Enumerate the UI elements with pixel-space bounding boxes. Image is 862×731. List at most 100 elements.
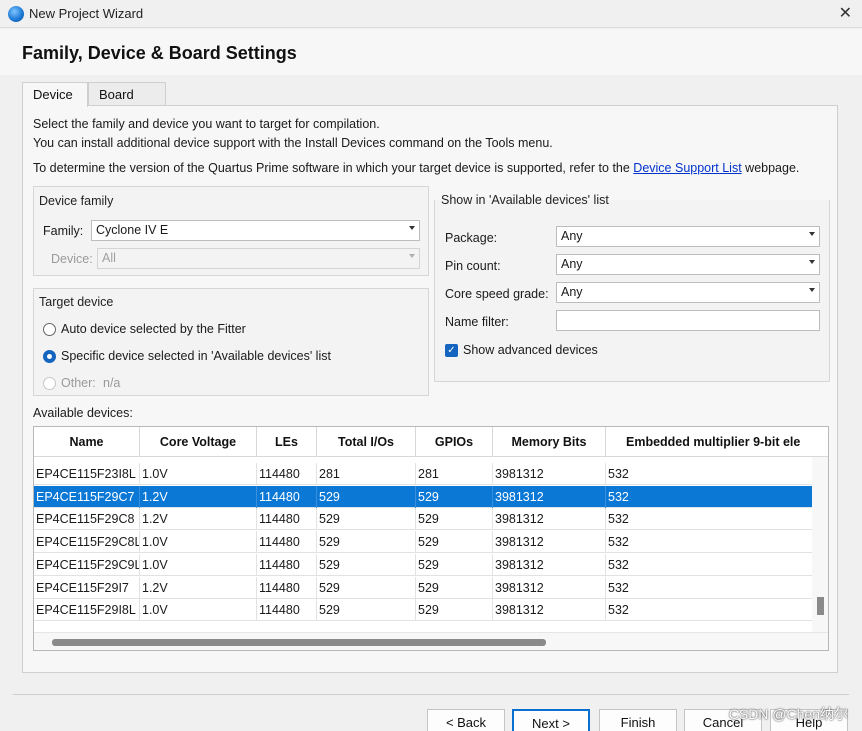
next-button[interactable]: Next > [512,709,590,731]
quartus-app-icon [8,6,24,22]
table-cell: 1.2V [140,485,257,508]
horizontal-scroll-thumb[interactable] [52,639,546,646]
wizard-header: Family, Device & Board Settings [0,29,862,75]
table-cell: 114480 [257,508,317,531]
description-line-3: To determine the version of the Quartus … [33,161,799,175]
table-cell: 281 [317,463,416,485]
footer-divider [13,694,849,695]
device-family-group: Device family Family: Cyclone IV E Devic… [33,186,429,276]
page-title: Family, Device & Board Settings [22,43,297,63]
device-select[interactable]: All [97,248,420,269]
table-row[interactable]: EP4CE115F23I8L 1.0V 114480 281 281 3981312 532 [34,463,812,485]
table-cell: 1.2V [140,508,257,531]
name-filter-label: Name filter: [445,315,509,329]
table-cell: 1.0V [140,599,257,622]
table-row[interactable]: EP4CE115F29I8L 1.0V 114480 529 529 3981312 532 [34,599,812,622]
table-cell: 3981312 [493,599,606,622]
column-header-total-ios[interactable]: Total I/Os [317,427,416,457]
horizontal-scrollbar[interactable] [34,632,828,650]
close-icon[interactable]: ✕ [839,3,852,22]
tab-device[interactable]: Device [22,82,88,107]
table-cell: 529 [416,531,493,554]
family-label: Family: [43,224,84,238]
auto-device-radio[interactable] [43,323,56,336]
name-filter-input[interactable] [556,310,820,331]
description-text: To determine the version of the Quartus … [33,161,634,175]
table-cell: 3981312 [493,485,606,508]
table-header: Name Core Voltage LEs Total I/Os GPIOs M… [34,427,828,457]
show-advanced-checkbox[interactable]: ✓ [445,344,458,357]
table-cell: 114480 [257,553,317,576]
table-cell: EP4CE115F29I7 [34,576,140,599]
table-cell: EP4CE115F23I8L [34,463,140,485]
table-cell: EP4CE115F29I8L [34,599,140,622]
other-device-label: Other: [61,376,96,390]
table-cell: 114480 [257,599,317,622]
auto-device-label: Auto device selected by the Fitter [61,322,246,336]
device-label: Device: [51,252,93,266]
table-cell: 529 [317,553,416,576]
pin-count-select[interactable]: Any [556,254,820,275]
column-header-name[interactable]: Name [34,427,140,457]
table-cell: 532 [608,512,629,527]
table-cell: 281 [416,463,493,485]
description-line-2: You can install additional device suppor… [33,136,553,150]
chevron-down-icon [809,232,815,236]
table-cell: 3981312 [493,463,606,485]
table-cell: 1.0V [140,531,257,554]
device-tab-panel: Select the family and device you want to… [22,105,838,673]
vertical-scrollbar[interactable] [812,457,828,633]
table-cell: 532 [608,489,629,504]
table-cell: 114480 [257,485,317,508]
speed-grade-select[interactable]: Any [556,282,820,303]
pin-count-value: Any [561,257,583,271]
package-select[interactable]: Any [556,226,820,247]
speed-grade-value: Any [561,285,583,299]
watermark: CSDN @Chen纳尔 [728,706,848,722]
available-devices-table[interactable]: Name Core Voltage LEs Total I/Os GPIOs M… [33,426,829,651]
column-header-embedded-multiplier[interactable]: Embedded multiplier 9-bit ele [606,427,812,457]
table-cell: 114480 [257,531,317,554]
table-cell: 3981312 [493,508,606,531]
table-cell: 529 [416,485,493,508]
specific-device-radio[interactable] [43,350,56,363]
table-cell: 532 [608,603,629,618]
table-row[interactable]: EP4CE115F29I7 1.2V 114480 529 529 3981312 532 [34,576,812,599]
table-cell: 1.0V [140,553,257,576]
specific-device-label: Specific device selected in 'Available d… [61,349,331,363]
back-button[interactable]: < Back [427,709,505,731]
show-in-list-group: Show in 'Available devices' list Package… [434,193,830,382]
column-header-memory-bits[interactable]: Memory Bits [493,427,606,457]
table-row[interactable]: EP4CE115F29C9L 1.0V 114480 529 529 3981312 532 [34,553,812,576]
table-cell: 532 [608,557,629,572]
device-support-list-link[interactable]: Device Support List [633,161,741,175]
device-family-title: Device family [39,194,114,208]
window-title: New Project Wizard [29,6,144,21]
device-value: All [102,251,116,265]
table-cell: 3981312 [493,553,606,576]
column-header-core-voltage[interactable]: Core Voltage [140,427,257,457]
chevron-down-icon [409,226,415,230]
target-device-group: Target device Auto device selected by th… [33,288,429,396]
column-header-les[interactable]: LEs [257,427,317,457]
table-cell: 114480 [257,576,317,599]
tab-board[interactable]: Board [88,82,166,106]
table-row[interactable]: EP4CE115F29C8 1.2V 114480 529 529 3981312 532 [34,508,812,531]
table-row[interactable]: EP4CE115F29C8L 1.0V 114480 529 529 3981312 532 [34,531,812,554]
column-header-gpios[interactable]: GPIOs [416,427,493,457]
other-device-radio[interactable] [43,377,56,390]
description-text-after: webpage. [741,161,800,175]
table-row[interactable]: EP4CE115F29C7 1.2V 114480 529 529 3981312 532 [34,485,812,508]
table-cell: 529 [416,576,493,599]
vertical-scroll-thumb[interactable] [817,597,824,615]
table-cell: EP4CE115F29C8L [34,531,140,554]
target-device-title: Target device [39,295,114,309]
family-select[interactable]: Cyclone IV E [91,220,420,241]
chevron-down-icon [409,254,415,258]
title-bar: New Project Wizard ✕ [0,0,862,28]
table-cell: 532 [608,535,629,550]
finish-button[interactable]: Finish [599,709,677,731]
table-cell: 529 [416,599,493,622]
table-cell: 529 [416,553,493,576]
pin-count-label: Pin count: [445,259,501,273]
